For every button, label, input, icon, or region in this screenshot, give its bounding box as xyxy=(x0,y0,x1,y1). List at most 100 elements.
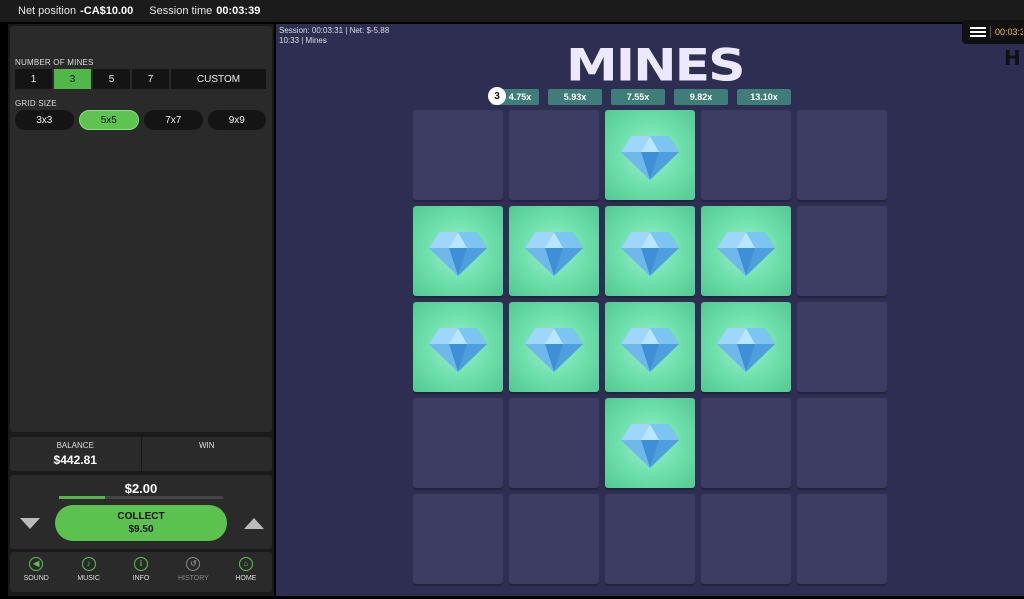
hidden-tile[interactable] xyxy=(701,398,791,488)
menu-music-button[interactable]: ♪ MUSIC xyxy=(62,552,114,592)
bet-level-bar xyxy=(59,496,223,499)
top-status-bar: Net position -CA$10.00 Session time 00:0… xyxy=(0,0,1024,22)
revealed-gem-tile[interactable] xyxy=(413,302,503,392)
multiplier-step: 13.10x xyxy=(737,89,791,105)
history-icon: ↺ xyxy=(186,557,201,571)
hidden-tile[interactable] xyxy=(509,110,599,200)
multiplier-step: 7.55x xyxy=(611,89,665,105)
hamburger-menu-icon[interactable] xyxy=(970,25,986,39)
collect-label: COLLECT xyxy=(117,511,165,522)
diamond-icon xyxy=(717,328,775,372)
hud-time: 00:03:3 xyxy=(995,27,1023,37)
hidden-tile[interactable] xyxy=(797,302,887,392)
session-time-label: Session time xyxy=(149,5,213,17)
bet-amount: $2.00 xyxy=(124,481,158,496)
session-time-value: 00:03:39 xyxy=(216,5,261,17)
revealed-gem-tile[interactable] xyxy=(701,302,791,392)
hidden-tile[interactable] xyxy=(701,494,791,584)
diamond-icon xyxy=(621,232,679,276)
provider-logo-icon: H xyxy=(1004,46,1021,70)
hidden-tile[interactable] xyxy=(797,110,887,200)
menu-info-button[interactable]: i INFO xyxy=(115,552,167,592)
revealed-gem-tile[interactable] xyxy=(509,206,599,296)
diamond-icon xyxy=(621,424,679,468)
grid-option-7x7[interactable]: 7x7 xyxy=(144,110,203,130)
hidden-tile[interactable] xyxy=(413,110,503,200)
menu-label: HOME xyxy=(235,575,257,582)
bottom-menu: ◀ SOUND ♪ MUSIC i INFO ↺ HISTORY ⌂ HOME xyxy=(10,552,272,592)
menu-label: SOUND xyxy=(23,575,49,582)
menu-sound-button[interactable]: ◀ SOUND xyxy=(10,552,62,592)
mines-option-1[interactable]: 1 xyxy=(15,69,52,89)
mines-count-label: NUMBER OF MINES xyxy=(15,58,94,67)
balance-section: BALANCE $442.81 xyxy=(10,437,141,471)
revealed-gem-tile[interactable] xyxy=(605,398,695,488)
multiplier-step: 9.82x xyxy=(674,89,728,105)
revealed-gem-tile[interactable] xyxy=(509,302,599,392)
collect-amount: $9.50 xyxy=(128,524,154,535)
hidden-tile[interactable] xyxy=(605,494,695,584)
speaker-icon: ◀ xyxy=(29,557,44,571)
game-area: Session: 00:03:31 | Net: $-5.88 10:33 | … xyxy=(276,24,1024,596)
menu-home-button[interactable]: ⌂ HOME xyxy=(220,552,272,592)
grid-option-3x3[interactable]: 3x3 xyxy=(15,110,74,130)
balance-label: BALANCE xyxy=(56,441,94,450)
hidden-tile[interactable] xyxy=(797,494,887,584)
win-label: WIN xyxy=(198,441,215,450)
hud-menu: 00:03:3 xyxy=(962,20,1024,44)
grid-option-9x9[interactable]: 9x9 xyxy=(207,110,266,130)
multiplier-step: 5.93x xyxy=(548,89,602,105)
balance-value: $442.81 xyxy=(53,453,97,467)
mines-option-3[interactable]: 3 xyxy=(54,69,91,89)
revealed-gem-tile[interactable] xyxy=(605,206,695,296)
revealed-gem-tile[interactable] xyxy=(605,302,695,392)
music-note-icon: ♪ xyxy=(81,557,96,571)
session-info-line2: 10:33 | Mines xyxy=(279,36,327,45)
hidden-tile[interactable] xyxy=(701,110,791,200)
diamond-icon xyxy=(717,232,775,276)
hidden-tile[interactable] xyxy=(413,494,503,584)
diamond-icon xyxy=(429,232,487,276)
hidden-tile[interactable] xyxy=(413,398,503,488)
mines-board xyxy=(413,110,887,584)
session-info-line1: Session: 00:03:31 | Net: $-5.88 xyxy=(279,26,390,35)
revealed-gem-tile[interactable] xyxy=(701,206,791,296)
hidden-tile[interactable] xyxy=(797,398,887,488)
hidden-tile[interactable] xyxy=(509,494,599,584)
grid-size-selector: 3x3 5x5 7x7 9x9 xyxy=(15,110,266,130)
hidden-tile[interactable] xyxy=(797,206,887,296)
menu-label: HISTORY xyxy=(177,575,209,582)
home-icon: ⌂ xyxy=(238,557,253,571)
hud-separator xyxy=(990,26,991,38)
mines-option-7[interactable]: 7 xyxy=(132,69,169,89)
settings-panel: NUMBER OF MINES 1 3 5 7 CUSTOM GRID SIZE 3x3… xyxy=(10,26,272,432)
win-section: WIN xyxy=(140,437,273,471)
collect-button[interactable]: COLLECT $9.50 xyxy=(55,505,227,541)
revealed-gem-tile[interactable] xyxy=(605,110,695,200)
diamond-icon xyxy=(525,232,583,276)
multiplier-track: 4.75x 5.93x 7.55x 9.82x 13.10x xyxy=(491,89,791,105)
decrease-bet-button[interactable] xyxy=(20,518,40,529)
info-icon: i xyxy=(134,557,149,571)
balance-panel: BALANCE $442.81 WIN xyxy=(10,437,272,471)
session-info: Session: 00:03:31 | Net: $-5.88 10:33 | … xyxy=(279,26,389,46)
net-position-label: Net position xyxy=(18,5,77,17)
grid-option-5x5[interactable]: 5x5 xyxy=(78,110,139,130)
diamond-icon xyxy=(621,136,679,180)
increase-bet-button[interactable] xyxy=(244,518,264,529)
diamond-icon xyxy=(525,328,583,372)
mines-option-custom[interactable]: CUSTOM xyxy=(171,69,266,89)
bet-panel: $2.00 COLLECT $9.50 xyxy=(10,475,272,549)
mines-count-selector: 1 3 5 7 CUSTOM xyxy=(15,69,266,89)
game-title: MINES xyxy=(566,40,746,92)
mine-count-bomb-icon: 3 xyxy=(488,87,506,105)
net-position-value: -CA$10.00 xyxy=(80,5,134,17)
hidden-tile[interactable] xyxy=(509,398,599,488)
menu-history-button[interactable]: ↺ HISTORY xyxy=(167,552,219,592)
menu-label: MUSIC xyxy=(77,575,100,582)
mines-option-5[interactable]: 5 xyxy=(93,69,130,89)
menu-label: INFO xyxy=(132,575,150,582)
bet-level-fill xyxy=(59,496,105,499)
revealed-gem-tile[interactable] xyxy=(413,206,503,296)
diamond-icon xyxy=(621,328,679,372)
